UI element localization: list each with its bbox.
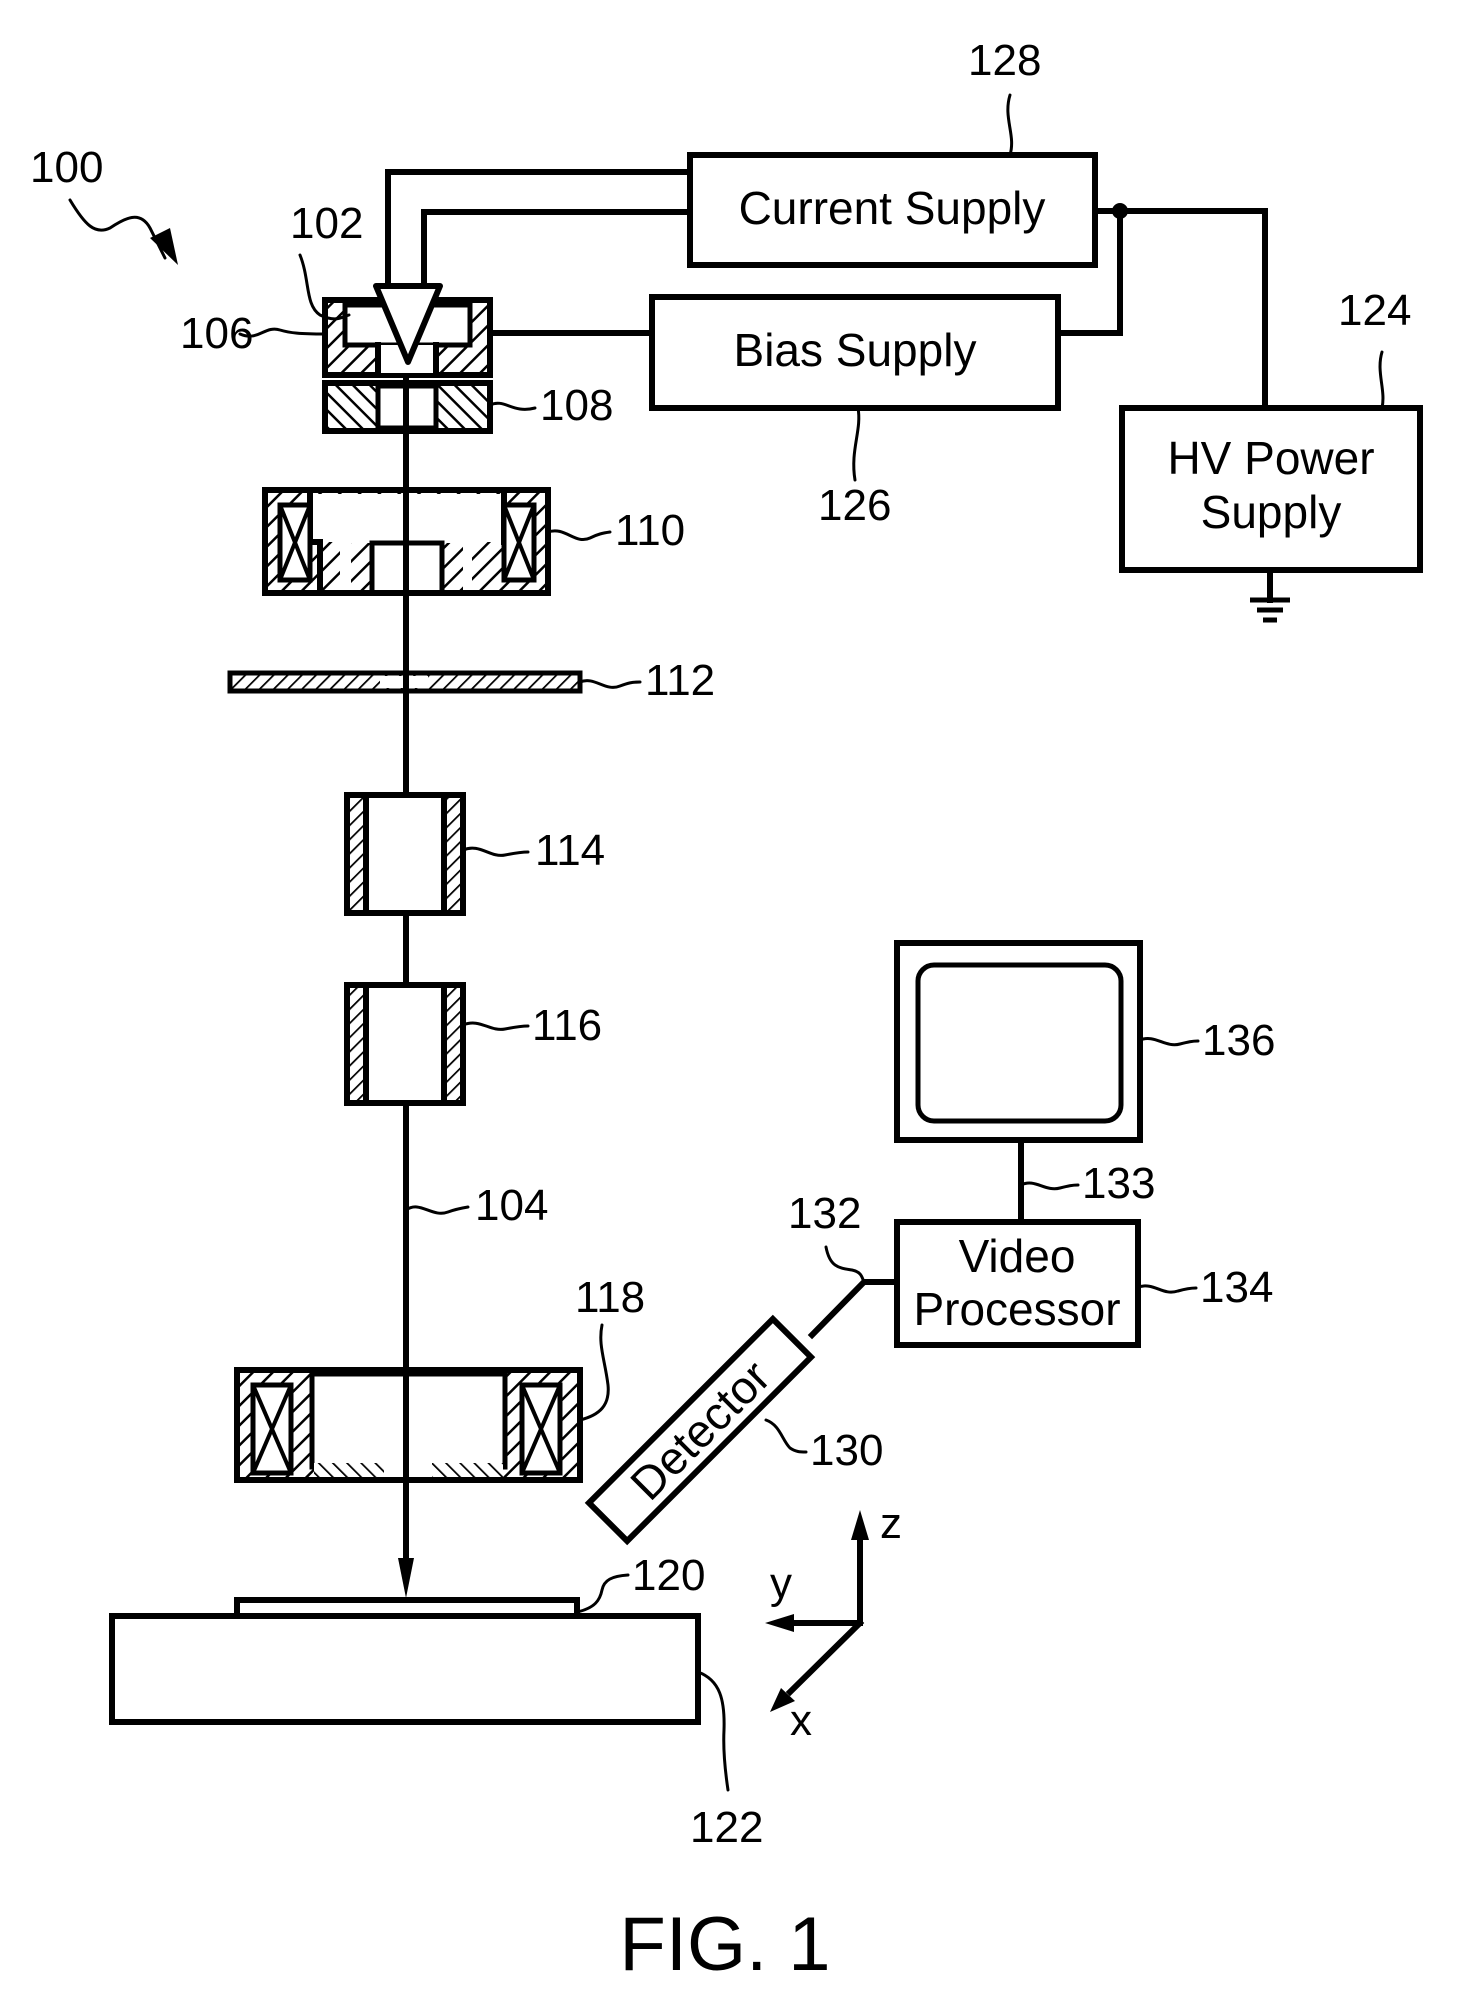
current-supply-label: Current Supply: [739, 182, 1046, 234]
leader-132: [824, 1245, 866, 1284]
junction-node: [1112, 203, 1128, 219]
video-processor-label-line1: Video: [959, 1230, 1076, 1282]
system-pointer-arrow: [68, 198, 178, 265]
label-120: 120: [632, 1551, 705, 1600]
ground-icon: [1250, 567, 1290, 623]
leader-133: [1019, 1181, 1080, 1191]
label-104: 104: [475, 1181, 548, 1230]
hv-power-supply: HV Power Supply: [1119, 405, 1423, 573]
aperture-plate: [227, 670, 583, 694]
figure-caption: FIG. 1: [619, 1902, 830, 1987]
label-114: 114: [535, 826, 605, 875]
axis-label-x: x: [790, 1696, 812, 1745]
extractor-electrode: [322, 380, 493, 434]
leader-136: [1138, 1037, 1200, 1047]
label-100: 100: [30, 143, 103, 192]
monitor: [894, 940, 1143, 1143]
leader-118: [578, 1323, 610, 1422]
label-124: 124: [1338, 286, 1411, 335]
axis-label-z: z: [880, 1499, 902, 1548]
leader-110: [546, 529, 612, 542]
label-110: 110: [615, 506, 685, 555]
label-136: 136: [1202, 1016, 1275, 1065]
leader-134: [1136, 1284, 1198, 1294]
leader-124: [1378, 350, 1385, 410]
leader-116: [461, 1021, 530, 1031]
label-132: 132: [788, 1189, 861, 1238]
detector-signal-line: [807, 1279, 900, 1340]
label-106: 106: [180, 309, 253, 358]
label-128: 128: [968, 36, 1041, 85]
leader-120: [575, 1573, 630, 1614]
upper-deflector: [344, 792, 466, 916]
label-108: 108: [540, 381, 613, 430]
coordinate-axes: z y x: [765, 1499, 902, 1745]
label-126: 126: [818, 481, 891, 530]
video-processor: Video Processor: [894, 1219, 1141, 1348]
label-118: 118: [575, 1273, 645, 1322]
label-130: 130: [810, 1426, 883, 1475]
leader-122: [696, 1670, 730, 1792]
bias-supply: Bias Supply: [649, 294, 1061, 411]
label-102: 102: [290, 199, 363, 248]
hv-power-supply-label-line1: HV Power: [1167, 432, 1374, 484]
leader-112: [578, 679, 642, 689]
label-133: 133: [1082, 1159, 1155, 1208]
leader-128: [1006, 93, 1014, 157]
leader-130: [764, 1418, 808, 1454]
fig1-diagram: 100 Current Supply 128 Bias Supply 126 H…: [30, 36, 1423, 1987]
monitor-screen: [915, 962, 1124, 1124]
axis-label-y: y: [770, 1559, 792, 1608]
y-axis-arrowhead: [765, 1614, 794, 1632]
lower-deflector: [344, 982, 466, 1106]
leader-104: [404, 1205, 470, 1215]
current-supply-wires: [385, 169, 693, 288]
label-122: 122: [690, 1803, 763, 1852]
leader-108: [488, 401, 537, 411]
label-134: 134: [1200, 1263, 1273, 1312]
detector-label: Detector: [620, 1350, 780, 1510]
leader-114: [461, 846, 530, 857]
condenser-lens: [262, 487, 551, 596]
bias-supply-label: Bias Supply: [734, 324, 977, 376]
label-116: 116: [532, 1001, 602, 1050]
stage: [109, 1613, 701, 1725]
leader-126: [852, 406, 861, 482]
current-supply: Current Supply: [687, 152, 1098, 268]
beam-arrowhead: [398, 1558, 414, 1598]
hv-power-supply-label-line2: Supply: [1201, 486, 1342, 538]
objective-lens: [234, 1367, 583, 1483]
label-112: 112: [645, 656, 715, 705]
video-processor-label-line2: Processor: [913, 1283, 1120, 1335]
z-axis-arrowhead: [851, 1510, 869, 1540]
